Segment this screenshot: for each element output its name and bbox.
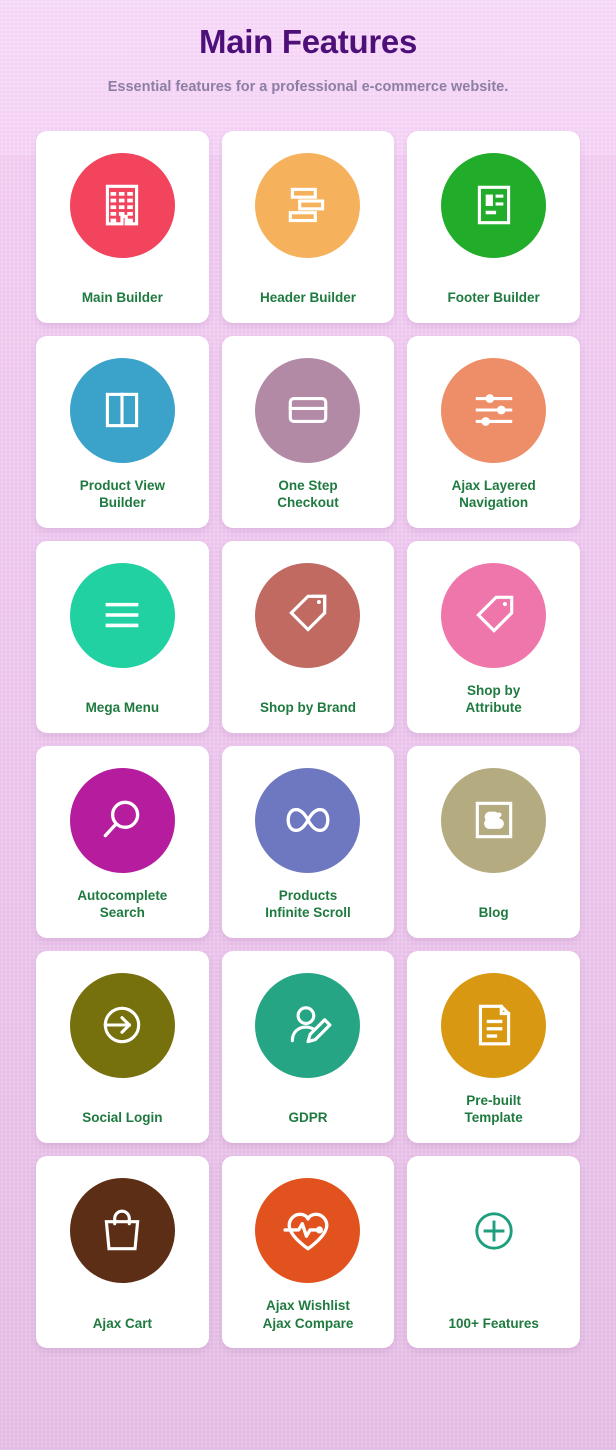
page-header: Main Features Essential features for a p… xyxy=(0,0,616,101)
feature-card[interactable]: Header Builder xyxy=(221,130,395,323)
feature-card[interactable]: One Step Checkout xyxy=(221,335,395,528)
feature-card[interactable]: Ajax Layered Navigation xyxy=(407,335,580,528)
feature-card-label: Ajax Cart xyxy=(92,1315,152,1331)
feature-card-label: Pre-built Template xyxy=(464,1092,523,1126)
feature-card-label: Footer Builder xyxy=(447,290,540,306)
credit-card-icon xyxy=(255,357,361,463)
page-subtitle: Essential features for a professional e-… xyxy=(107,79,509,96)
shopping-bag-icon xyxy=(69,1178,175,1283)
building-icon xyxy=(69,152,175,258)
feature-card[interactable]: Shop by Attribute xyxy=(407,540,580,733)
file-document-icon xyxy=(441,972,547,1078)
feature-card-label: Main Builder xyxy=(81,290,163,306)
feature-card-label: Products Infinite Scroll xyxy=(265,887,351,921)
feature-card-label: 100+ Features xyxy=(448,1315,539,1331)
feature-card[interactable]: Ajax Wishlist Ajax Compare xyxy=(221,1156,395,1349)
tag-icon xyxy=(441,562,547,668)
feature-card-label: Shop by Brand xyxy=(259,700,356,716)
document-lines-icon xyxy=(441,152,547,258)
feature-card-label: Ajax Wishlist Ajax Compare xyxy=(262,1298,354,1331)
feature-card[interactable]: Mega Menu xyxy=(36,540,209,733)
columns-icon xyxy=(69,357,175,463)
sliders-icon xyxy=(441,357,547,463)
feature-card[interactable]: Products Infinite Scroll xyxy=(221,745,395,938)
feature-card-label: Header Builder xyxy=(259,290,356,306)
plus-circle-icon xyxy=(441,1178,546,1283)
stacked-bars-icon xyxy=(255,152,361,258)
feature-card-label: Blog xyxy=(478,905,509,921)
feature-card-label: Autocomplete Search xyxy=(77,887,168,921)
feature-card[interactable]: Footer Builder xyxy=(407,130,580,323)
feature-card[interactable]: Product View Builder xyxy=(36,335,209,528)
blogger-b-icon xyxy=(441,767,547,873)
user-edit-icon xyxy=(255,972,361,1078)
feature-card-label: Mega Menu xyxy=(85,700,160,716)
feature-card-label: Social Login xyxy=(82,1110,163,1126)
feature-card-label: GDPR xyxy=(288,1110,328,1126)
feature-card-label: Product View Builder xyxy=(79,477,165,511)
feature-card[interactable]: Shop by Brand xyxy=(221,540,395,733)
login-arrow-icon xyxy=(69,972,175,1078)
feature-card[interactable]: Pre-built Template xyxy=(407,950,580,1143)
page-title: Main Features xyxy=(199,23,417,60)
double-tag-icon xyxy=(255,562,361,668)
feature-card[interactable]: 100+ Features xyxy=(407,1156,580,1349)
heart-pulse-icon xyxy=(255,1178,361,1283)
magnifier-icon xyxy=(69,767,175,873)
feature-card[interactable]: Main Builder xyxy=(36,130,209,323)
feature-card[interactable]: Social Login xyxy=(36,950,209,1143)
feature-card[interactable]: Autocomplete Search xyxy=(36,745,209,938)
hamburger-menu-icon xyxy=(69,562,175,668)
infinity-icon xyxy=(255,767,361,873)
feature-card[interactable]: Ajax Cart xyxy=(36,1156,209,1349)
feature-card[interactable]: GDPR xyxy=(221,950,395,1143)
features-grid: Main Builder Header Builder Footer Builder… xyxy=(0,101,616,1349)
feature-card[interactable]: Blog xyxy=(407,745,580,938)
feature-card-label: One Step Checkout xyxy=(277,477,339,511)
feature-card-label: Ajax Layered Navigation xyxy=(451,477,536,511)
feature-card-label: Shop by Attribute xyxy=(465,682,522,716)
